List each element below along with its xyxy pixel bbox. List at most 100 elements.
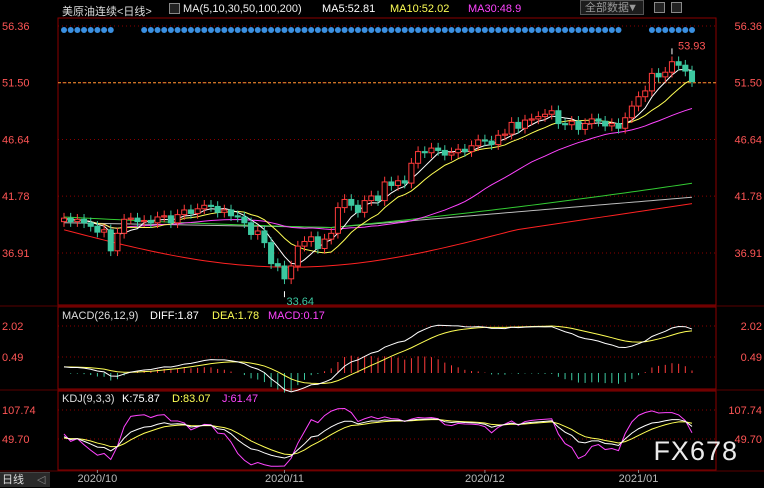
- candle-body: [354, 204, 361, 213]
- candle-body: [481, 139, 488, 142]
- candle-body: [501, 133, 508, 136]
- candle-body: [495, 134, 502, 146]
- macd-title: MACD(26,12,9): [62, 310, 139, 322]
- candle-body: [261, 230, 268, 244]
- candle-body: [555, 110, 562, 125]
- event-dot: [689, 27, 695, 33]
- event-dot: [582, 27, 589, 33]
- x-axis-label: 2020/12: [465, 473, 505, 485]
- candle-body: [214, 205, 221, 213]
- candle-body: [582, 123, 589, 130]
- candle-body: [388, 181, 395, 186]
- candle-body: [101, 229, 108, 233]
- candle-body: [174, 214, 181, 224]
- event-dot: [241, 27, 248, 33]
- candle-body: [254, 230, 261, 235]
- event-dot: [542, 27, 549, 33]
- candle-body: [488, 140, 495, 146]
- candle-body: [114, 232, 121, 252]
- candle-body: [401, 180, 408, 184]
- candle-body: [562, 123, 569, 126]
- settings-square-icon[interactable]: [654, 2, 665, 13]
- event-dot: [662, 27, 669, 33]
- chart-canvas[interactable]: 56.36 56.36 51.50 51.50 46.64 46.64 41.78 41.78…: [0, 0, 764, 487]
- candle-body: [575, 120, 582, 130]
- candle-body: [201, 204, 208, 210]
- price-axis-label: 41.78: [2, 191, 30, 203]
- candle-body: [227, 209, 235, 217]
- kdj-axis-label: 107.74: [2, 405, 36, 417]
- left-arrow-icon[interactable]: ◁: [37, 473, 45, 488]
- candle-body: [381, 181, 388, 202]
- candle-body: [395, 180, 402, 186]
- event-dot: [314, 27, 321, 33]
- event-dot: [501, 27, 508, 33]
- event-dot: [461, 27, 468, 33]
- event-dot: [94, 27, 101, 33]
- event-dot: [448, 27, 455, 33]
- event-dot: [101, 27, 108, 33]
- event-dot: [288, 27, 295, 33]
- price-axis-label: 51.50: [2, 78, 30, 90]
- event-dot: [575, 27, 582, 33]
- event-dot: [675, 27, 682, 33]
- event-dot: [468, 27, 475, 33]
- price-axis-label: 51.50: [734, 78, 762, 90]
- timeframe-tab[interactable]: 日线 ◁: [0, 472, 50, 487]
- candle-body: [334, 207, 341, 234]
- event-dot: [682, 27, 689, 33]
- candle-body: [421, 151, 428, 154]
- ma-settings-icon[interactable]: [169, 3, 180, 14]
- event-dot: [301, 27, 308, 33]
- candle-body: [241, 216, 248, 224]
- event-dot: [254, 27, 261, 33]
- x-axis-label: 2020/10: [78, 473, 118, 485]
- ma5-line: [63, 68, 693, 265]
- candle-body: [248, 222, 255, 235]
- candle-body: [161, 215, 168, 218]
- candle-body: [374, 195, 382, 202]
- price-axis-label: 36.91: [2, 248, 30, 260]
- ma30-value: MA30:48.9: [468, 3, 522, 15]
- price-axis-label: 46.64: [734, 134, 762, 146]
- chart-title: 美原油连续<日线>: [62, 6, 152, 18]
- event-dot: [167, 27, 174, 33]
- price-axis-label: 46.64: [2, 134, 30, 146]
- event-dot: [602, 27, 609, 33]
- candle-body: [541, 113, 549, 118]
- expand-square-icon[interactable]: [671, 2, 682, 13]
- all-data-dropdown[interactable]: 全部数据 ▼: [580, 0, 644, 15]
- candle-body: [67, 217, 74, 223]
- candle-body: [368, 195, 375, 202]
- event-dot: [161, 27, 168, 33]
- event-dot: [248, 27, 255, 33]
- event-dot: [608, 27, 615, 33]
- candle-body: [535, 116, 542, 120]
- kdj-d-line: [63, 418, 693, 456]
- candle-body: [60, 217, 68, 223]
- kdj-j-line: [63, 407, 693, 467]
- candle-body: [521, 119, 529, 129]
- candle-body: [608, 123, 615, 127]
- candle-body: [682, 64, 689, 72]
- event-dot: [521, 27, 528, 33]
- event-dot: [348, 27, 355, 33]
- kdj-axis-label: 49.70: [734, 434, 762, 446]
- ma10-value: MA10:52.02: [390, 3, 450, 15]
- candle-body: [688, 70, 696, 83]
- event-dot: [141, 27, 148, 33]
- candle-body: [147, 219, 154, 224]
- event-dot: [515, 27, 522, 33]
- event-dot: [415, 27, 422, 33]
- candle-body: [134, 217, 141, 223]
- event-dot: [261, 27, 268, 33]
- candle-body: [121, 218, 128, 234]
- event-dot: [321, 27, 328, 33]
- candle-body: [628, 105, 635, 119]
- candle-body: [622, 117, 629, 129]
- candle-body: [321, 238, 328, 249]
- candle-body: [81, 218, 88, 224]
- ma-settings-label[interactable]: MA(5,10,30,50,100,200): [183, 3, 302, 15]
- event-dot: [648, 27, 655, 33]
- candle-body: [435, 147, 442, 151]
